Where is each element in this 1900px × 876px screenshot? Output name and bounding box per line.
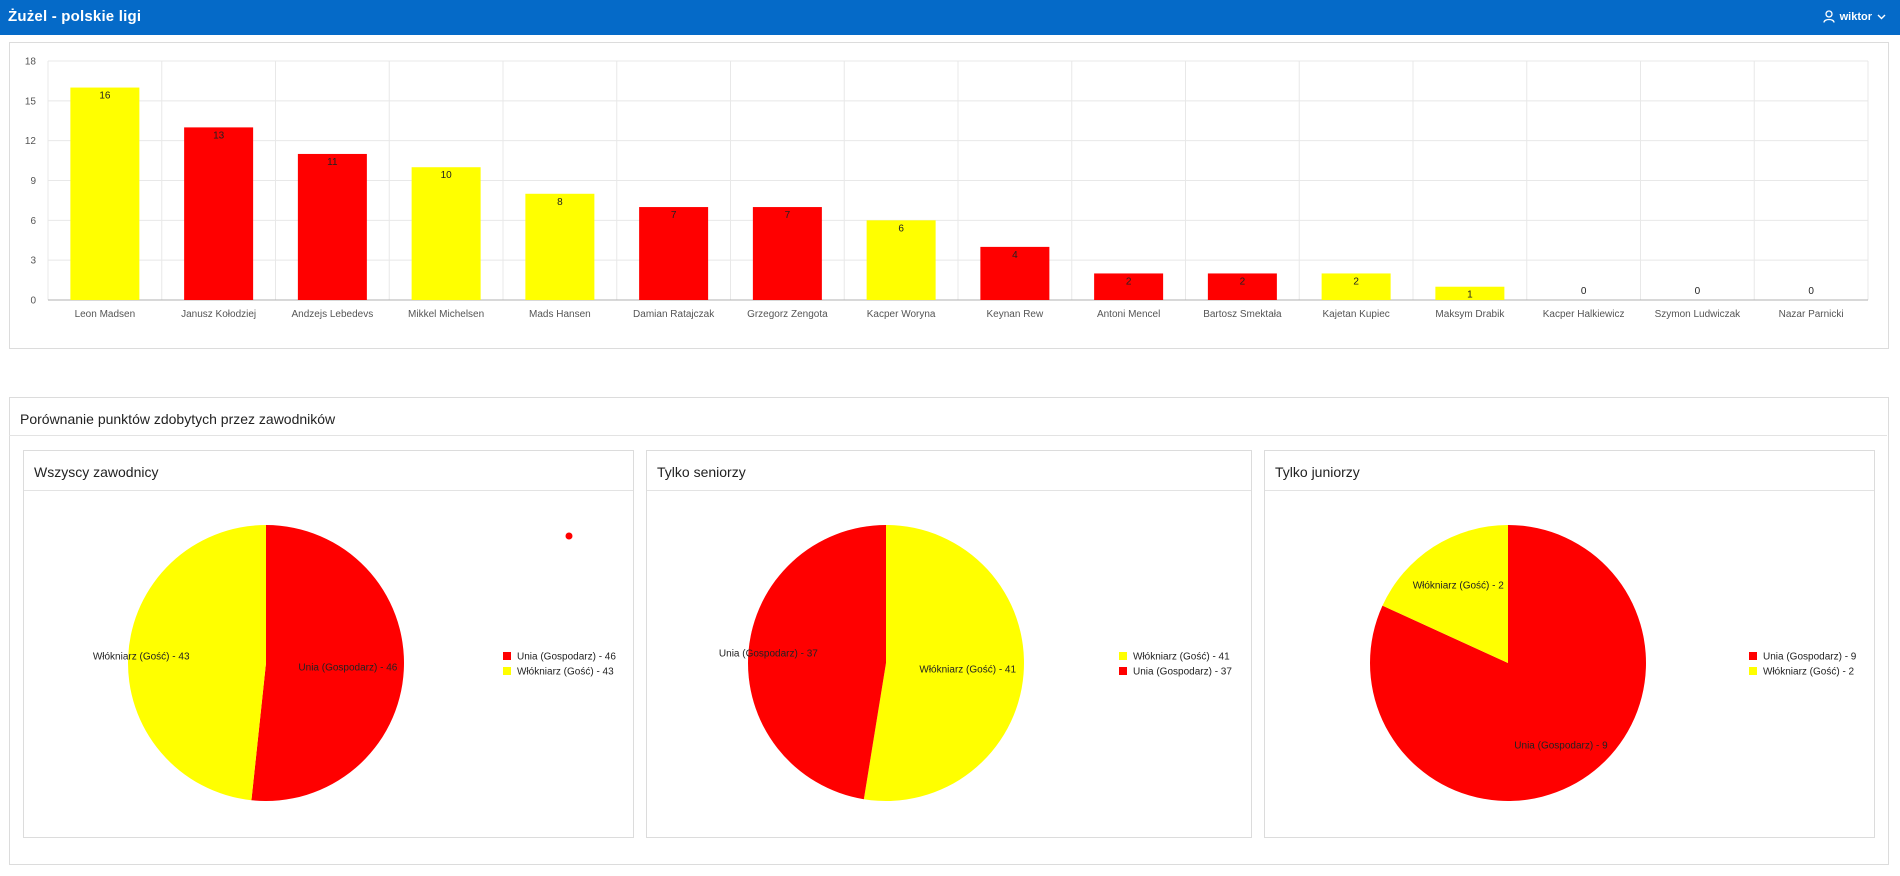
app-title[interactable]: Żużel - polskie ligi: [8, 8, 141, 25]
y-tick-label: 18: [25, 57, 37, 68]
x-tick-label: Keynan Rew: [987, 309, 1044, 320]
legend-entry: Włókniarz (Gość) - 43: [517, 667, 614, 678]
bar[interactable]: [70, 87, 140, 300]
pie-card-title: Tylko juniorzy: [1275, 464, 1360, 480]
pie-chart-all: Unia (Gospodarz) - 46 Włókniarz (Gość) - …: [93, 525, 616, 801]
legend-swatch: [1749, 667, 1757, 675]
bar-value-label: 8: [557, 197, 563, 208]
pie-slice[interactable]: [127, 525, 267, 801]
bar-value-label: 16: [99, 91, 111, 102]
x-tick-label: Szymon Ludwiczak: [1655, 309, 1742, 320]
bar-chart-panel: 0 3 6 9 12 15 18 16 Leon Madsen 13 Janusz Kołodzie…: [9, 42, 1889, 349]
pie-card-all: Wszyscy zawodnicy Unia (Gospodarz) - 46 W…: [23, 450, 634, 838]
slice-label: Włókniarz (Gość) - 41: [919, 665, 1016, 676]
bar[interactable]: [297, 153, 367, 300]
y-tick-label: 9: [30, 176, 36, 187]
pie-slice[interactable]: [748, 525, 886, 800]
bar-value-label: 0: [1808, 286, 1814, 297]
x-tick-label: Leon Madsen: [75, 309, 136, 320]
y-tick-label: 6: [30, 216, 36, 227]
x-tick-label: Mads Hansen: [529, 309, 591, 320]
pie-slice[interactable]: [863, 525, 1024, 801]
slice-label: Unia (Gospodarz) - 9: [1514, 740, 1608, 751]
user-menu[interactable]: wiktor: [1822, 10, 1886, 23]
bar-value-label: 10: [441, 170, 453, 181]
y-tick-label: 3: [30, 256, 36, 267]
bar-value-label: 6: [898, 223, 904, 234]
bar-value-label: 0: [1695, 286, 1701, 297]
slice-label: Włókniarz (Gość) - 43: [93, 651, 190, 662]
x-tick-label: Antoni Mencel: [1097, 309, 1160, 320]
x-tick-label: Mikkel Michelsen: [408, 309, 484, 320]
pie-card-header: Tylko seniorzy: [647, 451, 1251, 491]
pie-chart-juniors: Unia (Gospodarz) - 9 Włókniarz (Gość) - 2…: [1370, 525, 1857, 801]
slice-label: Unia (Gospodarz) - 37: [719, 649, 818, 660]
y-tick-label: 15: [25, 96, 37, 107]
legend-entry: Włókniarz (Gość) - 2: [1763, 667, 1855, 678]
legend-entry: Unia (Gospodarz) - 9: [1763, 652, 1857, 663]
legend-swatch: [503, 667, 511, 675]
legend-swatch: [503, 652, 511, 660]
x-tick-label: Maksym Drabik: [1435, 309, 1505, 320]
section-header: Porównanie punktów zdobytych przez zawod…: [9, 397, 1887, 436]
pie-card-title: Wszyscy zawodnicy: [34, 464, 159, 480]
user-icon: [1822, 10, 1835, 23]
x-tick-label: Janusz Kołodziej: [181, 309, 256, 320]
slice-label: Unia (Gospodarz) - 46: [298, 662, 397, 673]
y-tick-label: 0: [30, 296, 36, 307]
bar-value-label: 7: [671, 210, 677, 221]
bar[interactable]: [525, 193, 595, 300]
legend-swatch: [1119, 667, 1127, 675]
bar-value-label: 2: [1240, 276, 1246, 287]
x-tick-label: Damian Ratajczak: [633, 309, 715, 320]
legend-swatch: [1119, 652, 1127, 660]
bar-value-label: 4: [1012, 250, 1018, 261]
legend-swatch: [1749, 652, 1757, 660]
top-bar: Żużel - polskie ligi wiktor: [0, 0, 1900, 35]
chevron-down-icon: [1877, 14, 1886, 20]
pie-card-seniors: Tylko seniorzy Włókniarz (Gość) - 41 Unia…: [646, 450, 1252, 838]
x-tick-label: Grzegorz Zengota: [747, 309, 828, 320]
legend-entry: Włókniarz (Gość) - 41: [1133, 652, 1230, 663]
bar-value-label: 11: [327, 157, 338, 168]
bar-value-label: 13: [213, 130, 225, 141]
section-title: Porównanie punktów zdobytych przez zawod…: [20, 411, 336, 427]
x-tick-label: Nazar Parnicki: [1779, 309, 1844, 320]
x-tick-label: Kacper Woryna: [867, 309, 936, 320]
x-tick-label: Kajetan Kupiec: [1322, 309, 1389, 320]
bar-chart: 036912151816Leon Madsen13Janusz Kołodzie…: [25, 57, 1869, 320]
bar-value-label: 7: [785, 210, 791, 221]
bar[interactable]: [184, 127, 254, 300]
pie-card-title: Tylko seniorzy: [657, 464, 746, 480]
x-tick-label: Bartosz Smektała: [1203, 309, 1282, 320]
y-tick-label: 12: [25, 136, 37, 147]
pie-chart-seniors: Włókniarz (Gość) - 41 Unia (Gospodarz) - …: [719, 525, 1232, 801]
pie-card-juniors: Tylko juniorzy Unia (Gospodarz) - 9 Włókn…: [1264, 450, 1875, 838]
bar-value-label: 0: [1581, 286, 1587, 297]
legend-entry: Unia (Gospodarz) - 46: [517, 652, 616, 663]
x-tick-label: Kacper Halkiewicz: [1543, 309, 1625, 320]
x-tick-label: Andzejs Lebedevs: [292, 309, 374, 320]
marker-dot: [565, 532, 573, 540]
bar-value-label: 1: [1467, 290, 1473, 301]
bar-value-label: 2: [1126, 276, 1132, 287]
bar-value-label: 2: [1353, 276, 1359, 287]
user-name: wiktor: [1839, 10, 1872, 23]
bar[interactable]: [411, 167, 481, 300]
pie-card-header: Tylko juniorzy: [1265, 451, 1874, 491]
slice-label: Włókniarz (Gość) - 2: [1413, 581, 1505, 592]
pie-card-header: Wszyscy zawodnicy: [24, 451, 633, 491]
legend-entry: Unia (Gospodarz) - 37: [1133, 667, 1232, 678]
